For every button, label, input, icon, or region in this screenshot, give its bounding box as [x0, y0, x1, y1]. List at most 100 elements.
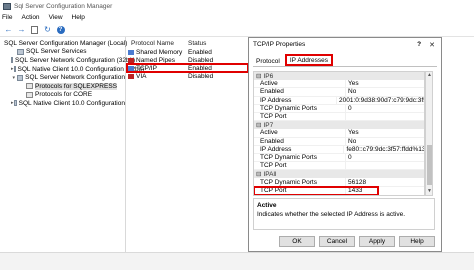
protocol-list: Protocol Name Status Shared Memory Enable…	[126, 37, 249, 252]
help-icon[interactable]: ?	[55, 25, 66, 35]
property-value[interactable]: 56128	[346, 179, 366, 186]
dialog-title-bar: TCP/IP Properties ? ✕	[249, 38, 441, 51]
protocol-status: Disabled	[188, 56, 214, 64]
refresh-icon[interactable]: ↻	[42, 25, 53, 35]
menu-action[interactable]: Action	[21, 14, 39, 21]
property-row[interactable]: Active Yes	[254, 80, 424, 89]
tree-item-label: SQL Server Configuration Manager (Local)	[4, 39, 128, 47]
property-row[interactable]: Enabled No	[254, 137, 424, 146]
scroll-up-icon[interactable]: ▲	[426, 72, 433, 79]
property-row[interactable]: Enabled No	[254, 88, 424, 97]
property-value[interactable]: Yes	[346, 129, 359, 136]
protocol-name: TCP/IP	[136, 64, 157, 72]
menu-help[interactable]: Help	[72, 14, 85, 21]
app-icon	[3, 2, 11, 10]
dialog-title: TCP/IP Properties	[253, 41, 306, 48]
tcpip-properties-dialog: TCP/IP Properties ? ✕ Protocol IP Address…	[248, 37, 442, 252]
collapse-icon[interactable]: ⊟	[256, 72, 261, 80]
menu-view[interactable]: View	[49, 14, 63, 21]
tree-item[interactable]: Protocols for SQLEXPRESS	[0, 82, 125, 91]
column-status[interactable]: Status	[188, 40, 206, 47]
tree-item[interactable]: SQL Server Services	[0, 48, 125, 57]
property-value[interactable]: No	[346, 138, 356, 145]
description-title: Active	[257, 202, 277, 209]
property-value[interactable]: 0	[346, 154, 352, 161]
property-row[interactable]: IP Address2001:0:9d38:90d7:c79:9dc:3f57:…	[254, 96, 424, 105]
property-row[interactable]: IP Address fe80::c79:9dc:3f57:ffdd%13	[254, 145, 424, 154]
property-value[interactable]: No	[346, 88, 356, 95]
protocol-row[interactable]: VIA Disabled	[127, 72, 248, 80]
property-row[interactable]: TCP Dynamic Ports 0	[254, 153, 424, 163]
protocol-row[interactable]: TCP/IP Enabled	[126, 63, 249, 73]
dialog-tabs: Protocol IP Addresses	[253, 54, 437, 67]
help-button[interactable]: Help	[399, 236, 435, 247]
property-value[interactable]: 0	[346, 105, 352, 112]
property-name: Enabled	[254, 137, 346, 145]
back-icon[interactable]: ←	[3, 25, 14, 35]
property-value[interactable]: 2001:0:9d38:90d7:c79:9dc:3f57:f	[337, 97, 424, 104]
scrollbar-thumb[interactable]	[427, 145, 432, 185]
tree-item[interactable]: ▾ SQL Server Network Configuration	[0, 73, 125, 82]
description-text: Indicates whether the selected IP Addres…	[257, 211, 406, 218]
dialog-help-icon[interactable]: ?	[417, 41, 421, 48]
property-name: TCP Port	[254, 112, 346, 121]
tab-ip-addresses[interactable]: IP Addresses	[284, 54, 334, 66]
section-name: IP7	[263, 121, 274, 129]
tree-item-label: SQL Native Client 10.0 Configuration	[18, 99, 125, 107]
tree-item[interactable]: ▸ SQL Native Client 10.0 Configuration (3…	[0, 65, 144, 74]
grid-section-header[interactable]: ⊟ IP6	[254, 72, 424, 81]
scroll-down-icon[interactable]: ▼	[426, 188, 433, 195]
protocol-name-cell: Shared Memory	[127, 49, 188, 56]
protocol-row[interactable]: Named Pipes Disabled	[127, 56, 248, 64]
show-hide-tree-icon[interactable]	[29, 25, 40, 35]
grid-section-header[interactable]: ⊟ IPAll	[254, 170, 424, 179]
property-name: Active	[254, 80, 346, 88]
protocol-status: Enabled	[188, 48, 212, 56]
tab-protocol[interactable]: Protocol	[253, 56, 283, 66]
forward-icon[interactable]: →	[16, 25, 27, 35]
folder-icon	[17, 48, 24, 55]
grid-section-header[interactable]: ⊟ IP7	[254, 121, 424, 130]
folder-icon	[16, 74, 24, 81]
menu-file[interactable]: File	[2, 14, 12, 21]
property-value[interactable]: fe80::c79:9dc:3f57:ffdd%13	[344, 146, 424, 153]
property-name: TCP Dynamic Ports	[254, 104, 346, 112]
property-row[interactable]: TCP Port	[254, 162, 424, 171]
collapse-icon[interactable]: ⊟	[256, 121, 261, 129]
property-row[interactable]: TCP Dynamic Ports 56128	[254, 178, 424, 187]
property-name: TCP Dynamic Ports	[254, 153, 346, 162]
column-protocol-name[interactable]: Protocol Name	[127, 40, 188, 47]
apply-button[interactable]: Apply	[359, 236, 395, 247]
protocols-icon	[26, 83, 33, 90]
protocols-icon	[26, 91, 33, 98]
protocol-enabled-icon	[128, 49, 134, 55]
property-name: Enabled	[254, 88, 346, 96]
property-name: IP Address	[254, 145, 345, 153]
property-name: IP Address	[254, 96, 337, 104]
close-icon[interactable]: ✕	[429, 41, 435, 49]
cancel-button[interactable]: Cancel	[319, 236, 355, 247]
property-value[interactable]: Yes	[346, 80, 359, 87]
property-row[interactable]: TCP Port	[254, 112, 424, 122]
property-row[interactable]: TCP Port 1433	[254, 185, 379, 195]
tree-item[interactable]: SQL Server Configuration Manager (Local)	[0, 39, 128, 48]
property-row[interactable]: TCP Dynamic Ports 0	[254, 104, 424, 113]
tree-item-label: Protocols for CORE	[35, 91, 93, 99]
folder-icon	[13, 100, 17, 107]
property-value[interactable]: 1433	[346, 187, 362, 194]
protocol-list-header: Protocol Name Status	[127, 39, 248, 48]
protocol-disabled-icon	[128, 57, 134, 63]
tree-item-label: Protocols for SQLEXPRESS	[35, 82, 118, 90]
tree-item[interactable]: SQL Server Network Configuration (32bit)	[0, 56, 135, 65]
menu-bar: File Action View Help	[0, 12, 474, 23]
collapse-icon[interactable]: ⊟	[256, 170, 261, 178]
tree-item[interactable]: ▸ SQL Native Client 10.0 Configuration	[0, 99, 125, 108]
tree-item[interactable]: Protocols for CORE	[0, 91, 125, 100]
toolbar: ← → ↻ ?	[0, 23, 474, 37]
property-grid-scrollbar[interactable]: ▲ ▼	[425, 71, 433, 196]
section-name: IPAll	[263, 170, 277, 178]
protocol-row[interactable]: Shared Memory Enabled	[127, 48, 248, 56]
property-row[interactable]: Active Yes	[254, 129, 424, 138]
ok-button[interactable]: OK	[279, 236, 315, 247]
protocol-name-cell: VIA	[127, 73, 188, 80]
